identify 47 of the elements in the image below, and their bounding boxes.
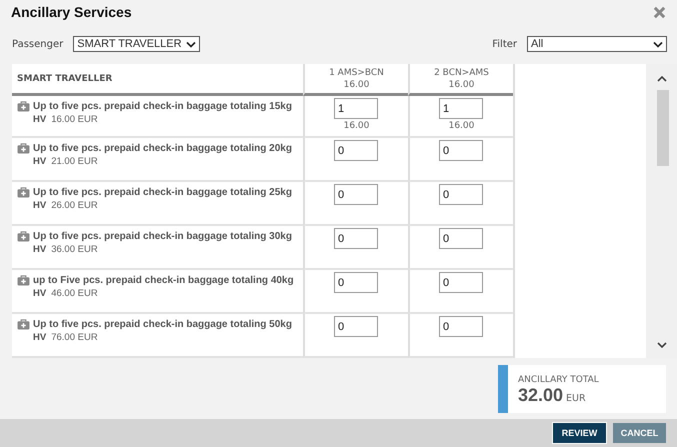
quantity-field[interactable]: 0 <box>439 272 483 293</box>
service-price: 21.00 EUR <box>51 156 98 167</box>
quantity-field[interactable]: 0 <box>334 184 378 205</box>
service-code: HV <box>33 332 46 343</box>
service-price: 76.00 EUR <box>51 332 98 343</box>
subtotal: 16.00 <box>448 121 474 131</box>
quantity-field[interactable]: 0 <box>334 316 378 337</box>
service-price: 36.00 EUR <box>51 244 98 255</box>
service-name: Up to five pcs. prepaid check-in baggage totaling 25kg <box>33 187 292 198</box>
quantity-field[interactable]: 0 <box>334 228 378 249</box>
column-price: 16.00 <box>344 79 370 91</box>
column-header: SMART TRAVELLER <box>17 74 112 84</box>
service-name: Up to five pcs. prepaid check-in baggage totaling 20kg <box>33 143 292 154</box>
service-name: Up to five pcs. prepaid check-in baggage totaling 30kg <box>33 231 292 242</box>
service-name: Up to five pcs. prepaid check-in baggage totaling 50kg <box>33 319 292 330</box>
service-code: HV <box>33 200 46 211</box>
passenger-dropdown[interactable]: SMART TRAVELLER <box>73 36 200 52</box>
service-price: 26.00 EUR <box>51 200 98 211</box>
quantity-field[interactable]: 0 <box>439 140 483 161</box>
service-price: 16.00 EUR <box>51 114 98 125</box>
quantity-field[interactable]: 0 <box>439 184 483 205</box>
column-header: 2 BCN>AMS <box>434 67 489 79</box>
total-amount: 32.00 <box>518 385 564 406</box>
service-code: HV <box>33 114 46 125</box>
service-code: HV <box>33 244 46 255</box>
quantity-field[interactable]: 1 <box>439 98 483 119</box>
review-button[interactable]: REVIEW <box>553 423 606 443</box>
currency-label: EUR <box>566 393 586 404</box>
service-code: HV <box>33 156 46 167</box>
filter-label: Filter <box>492 38 517 50</box>
total-label: ANCILLARY TOTAL <box>518 375 600 385</box>
service-price: 46.00 EUR <box>51 288 98 299</box>
quantity-field[interactable]: 0 <box>334 272 378 293</box>
service-name: up to Five pcs. prepaid check-in baggage totaling 40kg <box>33 275 294 286</box>
service-name: Up to five pcs. prepaid check-in baggage totaling 15kg <box>33 101 292 112</box>
column-price: 16.00 <box>448 79 474 91</box>
quantity-field[interactable]: 0 <box>439 316 483 337</box>
filter-dropdown[interactable]: All <box>527 36 667 52</box>
dialog-title: Ancillary Services <box>11 4 132 20</box>
passenger-label: Passenger <box>12 38 64 50</box>
quantity-field[interactable]: 0 <box>334 140 378 161</box>
subtotal: 16.00 <box>344 121 370 131</box>
quantity-field[interactable]: 1 <box>334 98 378 119</box>
service-code: HV <box>33 288 46 299</box>
cancel-button[interactable]: CANCEL <box>613 423 666 443</box>
column-header: 1 AMS>BCN <box>329 67 384 79</box>
quantity-field[interactable]: 0 <box>439 228 483 249</box>
